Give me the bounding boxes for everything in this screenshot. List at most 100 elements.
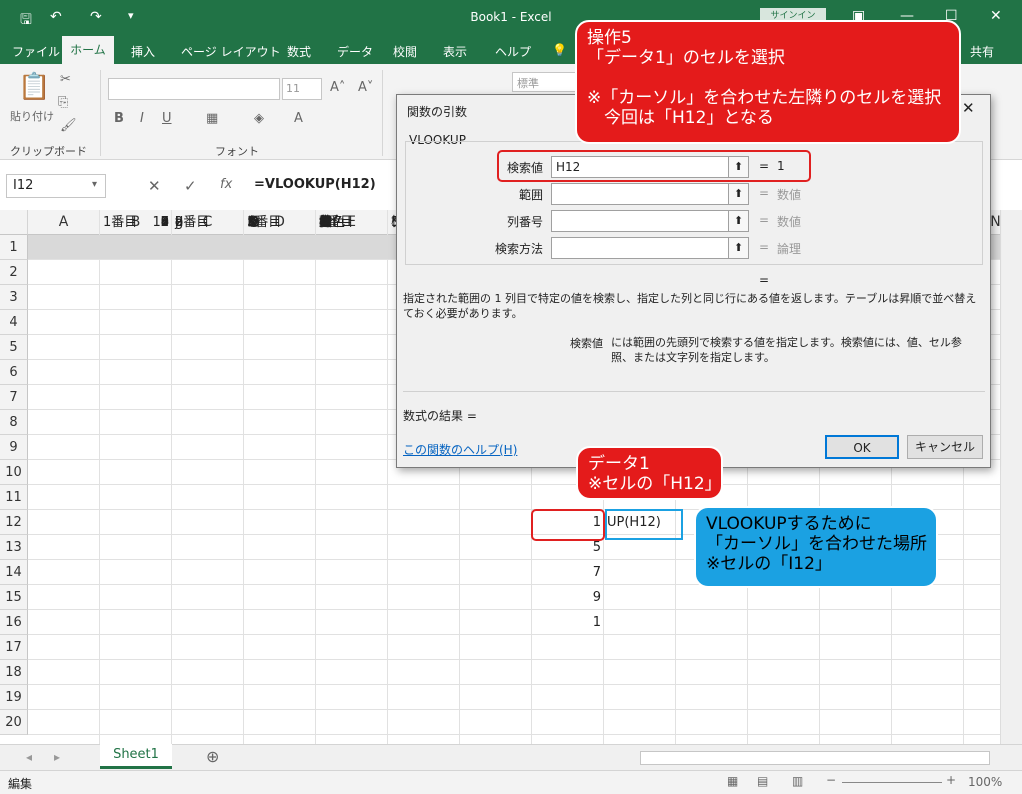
row-header[interactable]: 5 <box>0 335 28 360</box>
share-button[interactable]: 共有 <box>970 43 994 60</box>
tab-data[interactable]: データ <box>337 43 373 60</box>
row-header[interactable]: 8 <box>0 410 28 435</box>
row-header[interactable]: 17 <box>0 635 28 660</box>
function-help-link[interactable]: この関数のヘルプ(H) <box>403 441 517 458</box>
row-header[interactable]: 16 <box>0 610 28 635</box>
zoom-out-icon[interactable]: − <box>826 773 836 787</box>
cut-icon[interactable]: ✂ <box>60 72 71 87</box>
row-header[interactable]: 2 <box>0 260 28 285</box>
horizontal-scrollbar[interactable] <box>640 751 990 765</box>
font-name-box[interactable] <box>108 78 280 100</box>
tab-home[interactable]: ホーム <box>62 36 114 64</box>
arg-input-range-lookup[interactable]: ⬆ <box>551 237 749 259</box>
row-header[interactable]: 19 <box>0 685 28 710</box>
row-header[interactable]: 11 <box>0 485 28 510</box>
tab-view[interactable]: 表示 <box>443 43 467 60</box>
grow-font-icon[interactable]: A˄ <box>330 80 345 95</box>
collapse-dialog-icon[interactable]: ⬆ <box>728 211 748 231</box>
underline-icon[interactable]: U <box>162 111 172 126</box>
highlight-lookup-value <box>497 150 811 182</box>
cell-h16[interactable]: 1 <box>532 610 604 635</box>
name-box[interactable]: I12 <box>6 174 106 198</box>
zoom-slider[interactable] <box>842 782 942 783</box>
collapse-dialog-icon[interactable]: ⬆ <box>728 184 748 204</box>
row-header[interactable]: 20 <box>0 710 28 735</box>
row-header[interactable]: 15 <box>0 585 28 610</box>
current-arg-description: には範囲の先頭列で検索する値を指定します。検索値には、値、セル参照、または文字列… <box>611 336 962 364</box>
dialog-close-icon[interactable]: ✕ <box>962 99 975 117</box>
ribbon-divider <box>382 70 383 156</box>
insert-function-icon[interactable]: fx <box>220 177 232 192</box>
font-size-box[interactable]: 11 <box>282 78 322 100</box>
arg-input-range[interactable]: ⬆ <box>551 183 749 205</box>
cell-h15[interactable]: 9 <box>532 585 604 610</box>
cell[interactable]: 橙色 <box>316 210 388 235</box>
dialog-divider <box>403 391 985 392</box>
row-header[interactable]: 4 <box>0 310 28 335</box>
row-header[interactable]: 14 <box>0 560 28 585</box>
zoom-level[interactable]: 100% <box>968 775 1002 789</box>
row-header[interactable]: 6 <box>0 360 28 385</box>
bold-icon[interactable]: B <box>114 111 124 126</box>
page-break-icon[interactable]: ▥ <box>792 774 803 788</box>
arg-eq: = <box>759 186 770 200</box>
formula-result-label: 数式の結果 = <box>403 409 477 423</box>
page-layout-icon[interactable]: ▤ <box>757 774 768 788</box>
namebox-dropdown-icon[interactable]: ▾ <box>92 179 97 190</box>
borders-icon[interactable]: ▦ <box>206 111 218 126</box>
sheet-tab[interactable]: Sheet1 <box>100 744 172 769</box>
tab-formulas[interactable]: 数式 <box>287 43 311 60</box>
collapse-dialog-icon[interactable]: ⬆ <box>728 238 748 258</box>
cell[interactable]: j <box>172 210 244 235</box>
italic-icon[interactable]: I <box>140 111 144 126</box>
row-header[interactable]: 12 <box>0 510 28 535</box>
row-header[interactable]: 7 <box>0 385 28 410</box>
arg-result-range: 数値 <box>777 188 802 202</box>
row-header[interactable]: 9 <box>0 435 28 460</box>
ribbon-divider <box>100 70 101 156</box>
prev-sheet-icon[interactable]: ◂ <box>26 750 32 764</box>
clipboard-group-label: クリップボード <box>10 145 87 158</box>
cell-h14[interactable]: 7 <box>532 560 604 585</box>
cell[interactable]: こ <box>244 210 316 235</box>
arg-input-col-index[interactable]: ⬆ <box>551 210 749 232</box>
format-painter-icon[interactable]: 🖌 <box>60 118 77 133</box>
copy-icon[interactable]: ⎘ <box>58 95 68 110</box>
tab-insert[interactable]: 挿入 <box>131 43 155 60</box>
formula-input[interactable]: =VLOOKUP(H12) <box>250 174 400 198</box>
paste-icon[interactable]: 📋 <box>18 72 50 102</box>
tab-review[interactable]: 校閲 <box>393 43 417 60</box>
arg-label-col-index: 列番号 <box>506 215 543 229</box>
callout-operation-5: 操作5 「データ1」のセルを選択 ※「カーソル」を合わせた左隣りのセルを選択 今… <box>575 20 961 144</box>
row-header[interactable]: 18 <box>0 660 28 685</box>
tab-file[interactable]: ファイル <box>12 43 60 60</box>
tab-help[interactable]: ヘルプ <box>495 43 531 60</box>
column-header[interactable]: A <box>28 210 100 235</box>
confirm-entry-icon[interactable]: ✓ <box>184 177 197 195</box>
shrink-font-icon[interactable]: A˅ <box>358 80 373 95</box>
arg-eq: = <box>759 240 770 254</box>
vertical-scrollbar[interactable] <box>1000 210 1022 744</box>
zoom-in-icon[interactable]: + <box>946 773 956 787</box>
status-bar: 編集 ▦ ▤ ▥ − + 100% <box>0 770 1022 794</box>
cancel-entry-icon[interactable]: ✕ <box>148 177 161 195</box>
paste-label[interactable]: 貼り付け <box>10 108 54 124</box>
cancel-button[interactable]: キャンセル <box>907 435 983 459</box>
row-header[interactable]: 3 <box>0 285 28 310</box>
tab-page-layout[interactable]: ページ レイアウト <box>181 43 281 60</box>
row-header[interactable]: 10 <box>0 460 28 485</box>
row-header[interactable]: 1 <box>0 235 28 260</box>
next-sheet-icon[interactable]: ▸ <box>54 750 60 764</box>
select-all-corner[interactable] <box>0 210 28 235</box>
table-row <box>28 635 1000 660</box>
callout-data1: データ1 ※セルの「H12」 <box>576 446 723 500</box>
font-color-icon[interactable]: A <box>294 111 303 126</box>
lightbulb-icon[interactable]: 💡 <box>552 43 567 57</box>
close-icon[interactable]: ✕ <box>990 8 1002 24</box>
row-header[interactable]: 13 <box>0 535 28 560</box>
fill-color-icon[interactable]: ◈ <box>254 111 264 126</box>
ok-button[interactable]: OK <box>825 435 899 459</box>
add-sheet-icon[interactable]: ⊕ <box>206 747 219 766</box>
cell[interactable]: 10 <box>100 210 172 235</box>
normal-view-icon[interactable]: ▦ <box>727 774 738 788</box>
